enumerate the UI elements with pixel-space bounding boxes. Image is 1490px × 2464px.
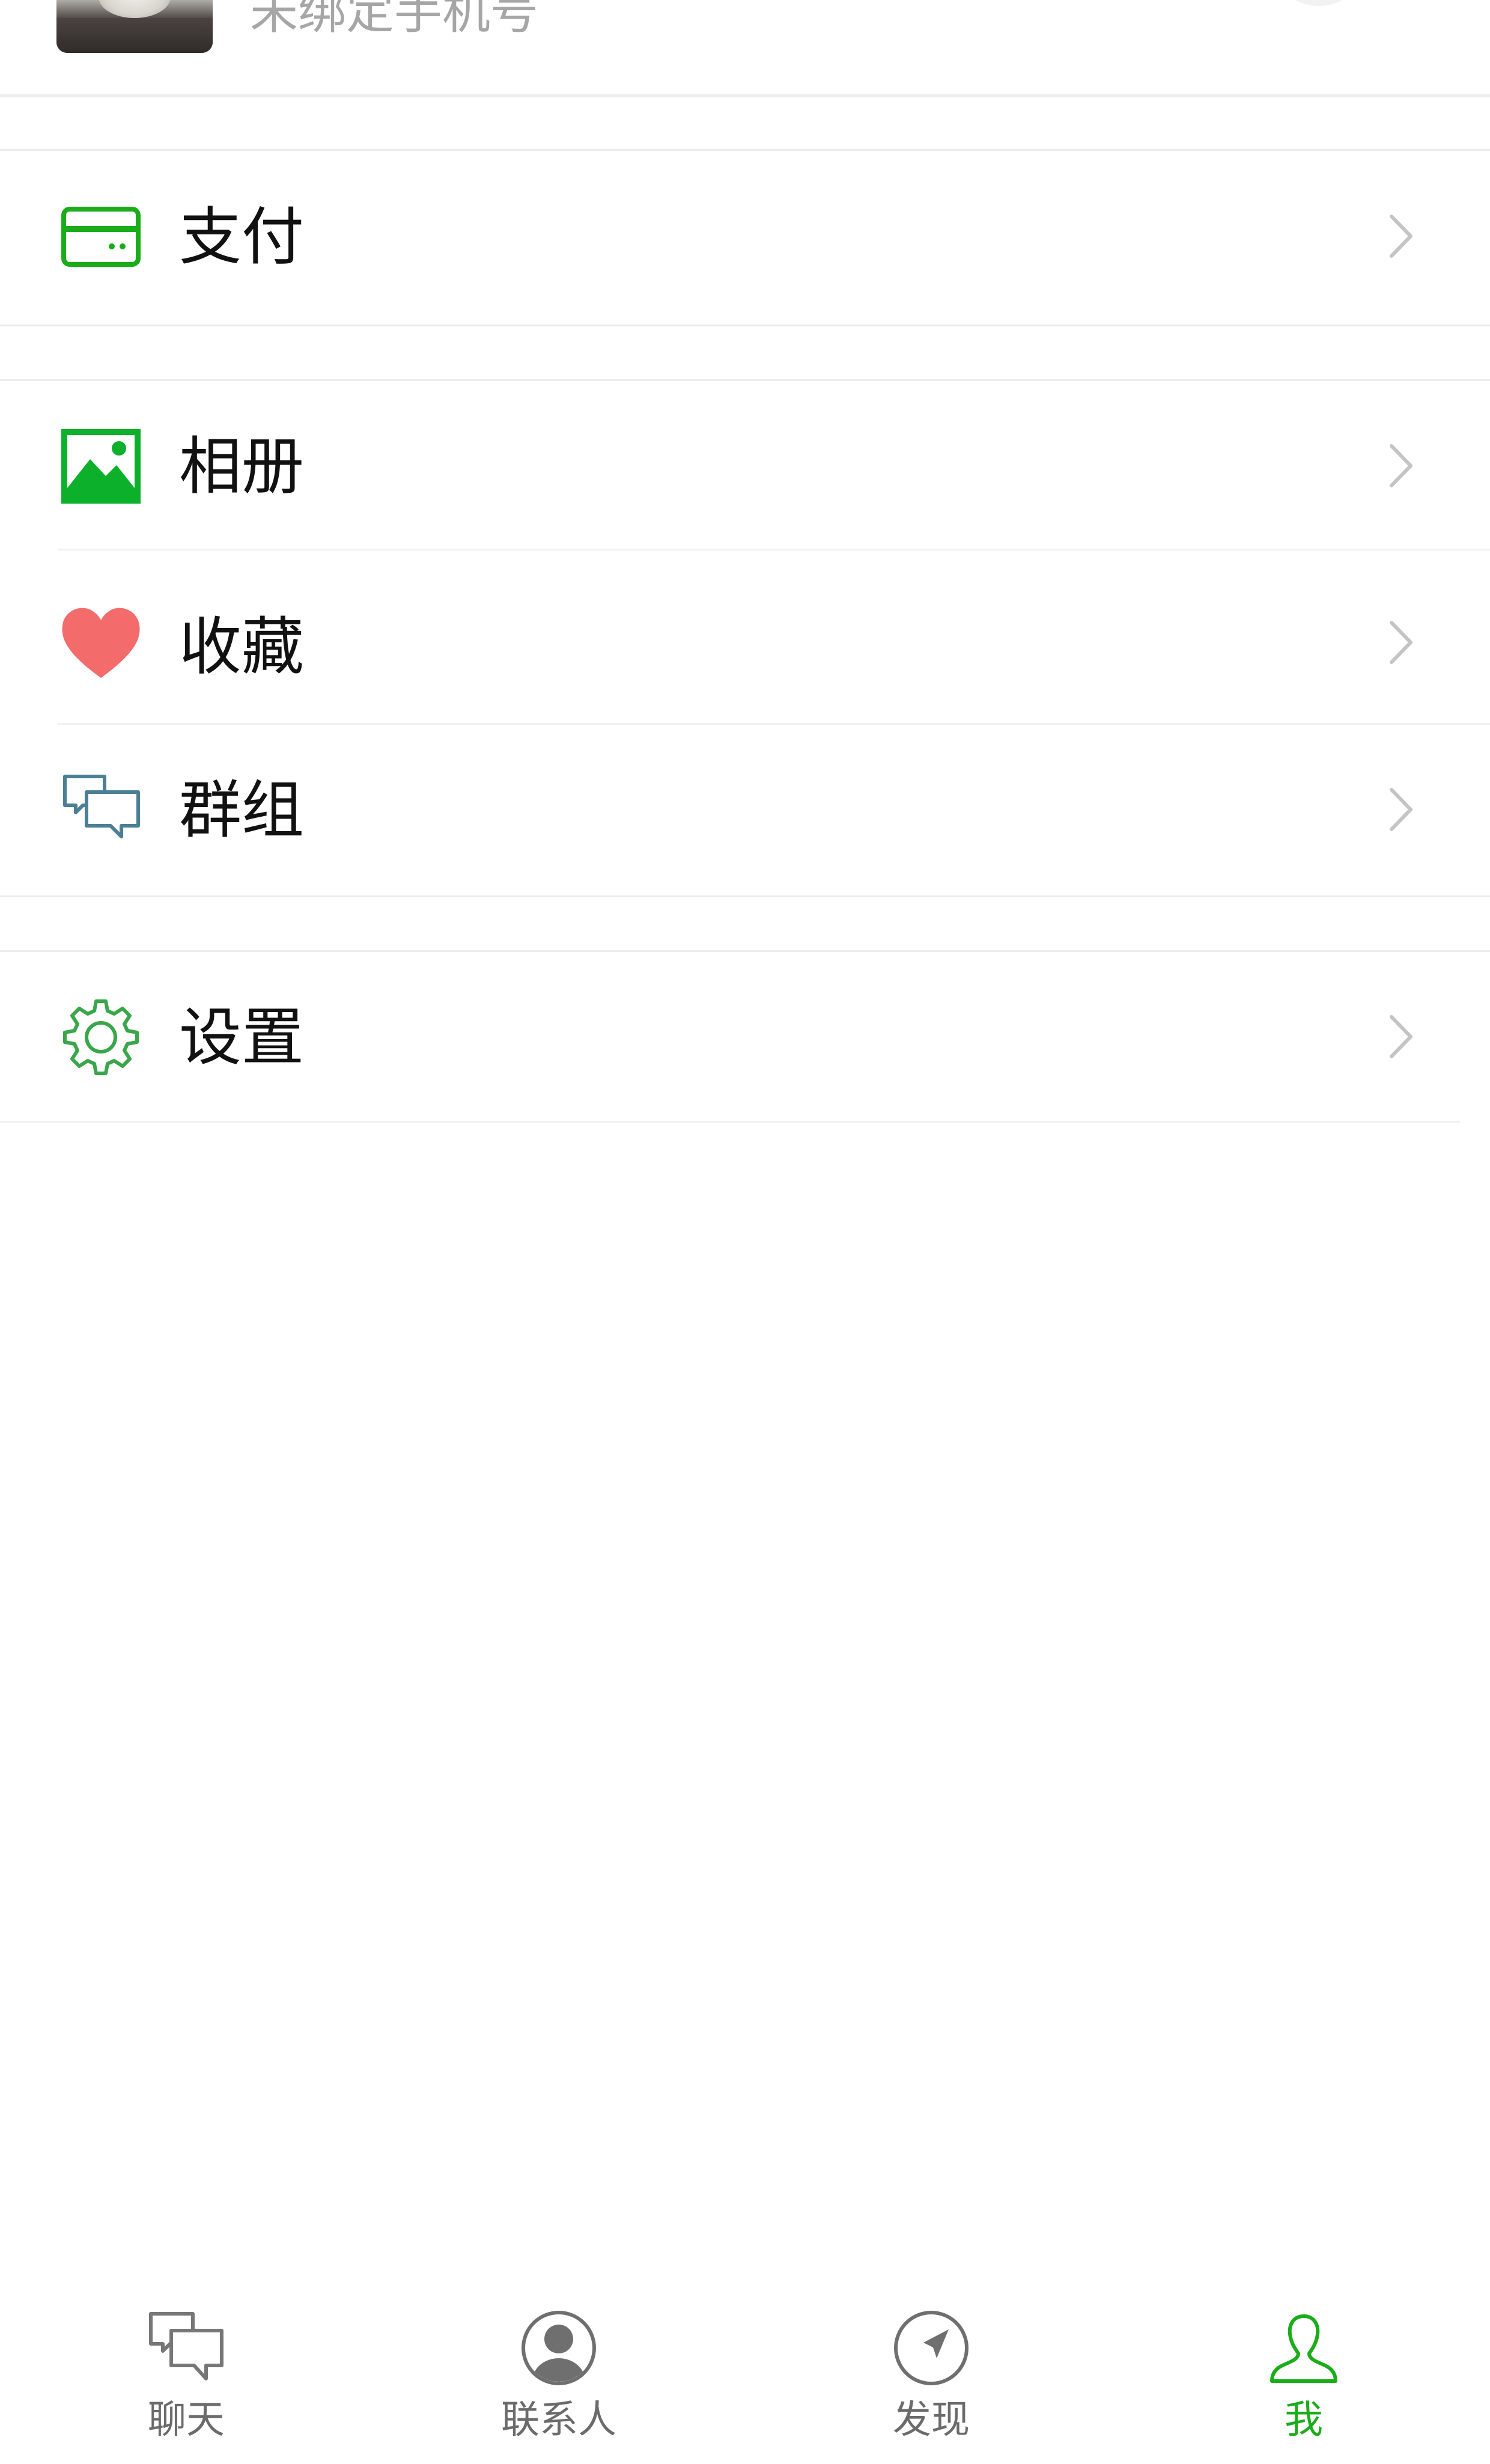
chevron-right-icon <box>1383 615 1419 669</box>
tab-label: 我 <box>1285 2398 1323 2442</box>
avatar-photo-detail <box>56 18 213 53</box>
tab-discover[interactable]: 发现 <box>745 2272 1118 2464</box>
chevron-right-icon <box>1383 439 1419 493</box>
tab-chats[interactable]: 聊天 <box>0 2272 372 2464</box>
menu-item-groups[interactable]: 群组 <box>0 725 1490 895</box>
contact-person-icon <box>518 2308 599 2388</box>
profile-header[interactable]: 未绑定手机号 <box>0 0 1490 96</box>
chat-bubbles-icon <box>59 768 143 852</box>
chevron-right-icon <box>1383 209 1419 263</box>
menu-item-label: 支付 <box>179 200 305 273</box>
me-person-icon <box>1263 2308 1344 2388</box>
qr-code-icon[interactable] <box>1286 0 1352 6</box>
chevron-right-icon <box>1383 1010 1419 1064</box>
chat-bubbles-icon <box>146 2308 227 2388</box>
menu-item-album[interactable]: 相册 <box>0 381 1490 550</box>
chevron-right-icon <box>1383 782 1419 837</box>
photo-album-icon <box>59 424 143 508</box>
menu-item-settings[interactable]: 设置 <box>0 952 1490 1123</box>
divider <box>0 1121 1460 1123</box>
wallet-card-icon <box>59 195 143 279</box>
menu-item-label: 群组 <box>179 773 305 847</box>
tab-label: 发现 <box>893 2398 970 2442</box>
avatar-photo-detail <box>99 0 171 18</box>
section-gap <box>0 96 1490 151</box>
gear-icon <box>59 995 143 1079</box>
menu-item-label: 相册 <box>179 430 305 503</box>
avatar[interactable] <box>56 0 213 53</box>
menu-item-pay[interactable]: 支付 <box>0 151 1490 325</box>
menu-item-label: 设置 <box>179 1001 305 1074</box>
tab-me[interactable]: 我 <box>1118 2272 1490 2464</box>
heart-icon <box>59 601 143 685</box>
tab-label: 联系人 <box>501 2398 616 2442</box>
menu-item-label: 收藏 <box>179 610 305 683</box>
compass-icon <box>891 2308 972 2388</box>
section-gap <box>0 895 1490 952</box>
section-gap <box>0 325 1490 381</box>
bottom-tab-bar: 聊天 联系人 发现 我 <box>0 2272 1490 2464</box>
tab-label: 聊天 <box>148 2398 225 2442</box>
menu-item-favorites[interactable]: 收藏 <box>0 550 1490 725</box>
tab-contacts[interactable]: 联系人 <box>372 2272 745 2464</box>
phone-binding-status: 未绑定手机号 <box>250 0 538 40</box>
